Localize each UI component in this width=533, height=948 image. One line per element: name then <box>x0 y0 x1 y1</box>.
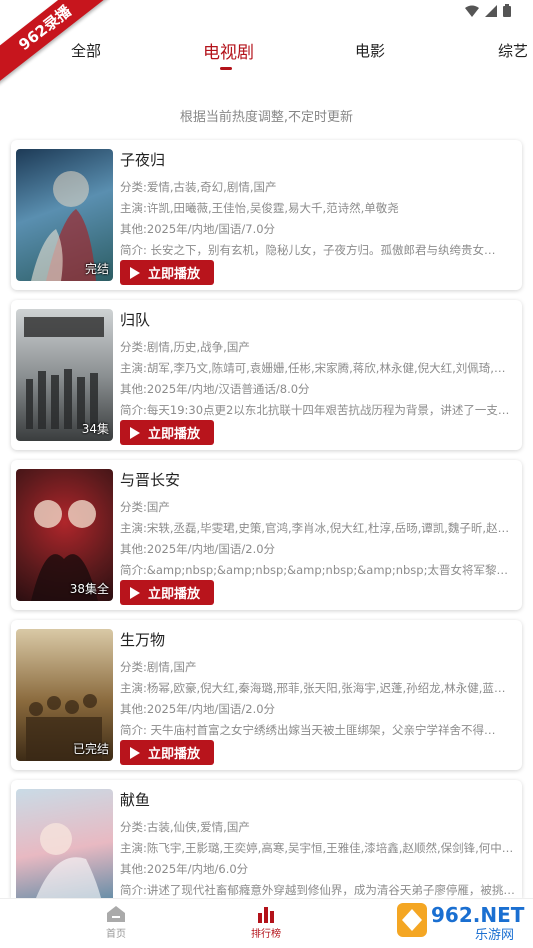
drama-card[interactable]: 已完结 生万物 分类:剧情,国产 主演:杨幂,欧豪,倪大红,秦海璐,邢菲,张天阳… <box>11 620 522 770</box>
episode-badge: 34集 <box>81 422 109 436</box>
drama-cast: 主演:宋轶,丞磊,毕雯珺,史策,官鸿,李肖冰,倪大红,杜淳,岳旸,谭凯,魏子昕,… <box>120 521 516 535</box>
drama-info: 与晋长安 分类:国产 主演:宋轶,丞磊,毕雯珺,史策,官鸿,李肖冰,倪大红,杜淳… <box>120 468 516 581</box>
drama-other: 其他:2025年/内地/国语/2.0分 <box>120 542 276 556</box>
drama-intro: 简介:每天19:30点更2以东北抗联十四年艰苦抗战历程为背景，讲述了一支抗… <box>120 403 516 417</box>
status-icons <box>465 4 511 17</box>
battery-icon <box>503 4 511 17</box>
episode-badge: 完结 <box>84 262 109 276</box>
drama-other: 其他:2025年/内地/国语/7.0分 <box>120 222 276 236</box>
play-icon <box>130 266 140 279</box>
home-icon <box>107 906 125 922</box>
drama-card[interactable]: 38集全 与晋长安 分类:国产 主演:宋轶,丞磊,毕雯珺,史策,官鸿,李肖冰,倪… <box>11 460 522 610</box>
site-watermark-logo: 962.NET 乐游网 <box>395 895 531 945</box>
svg-text:乐游网: 乐游网 <box>475 928 514 943</box>
drama-title[interactable]: 生万物 <box>120 628 516 652</box>
play-now-button[interactable]: 立即播放 <box>120 740 214 765</box>
play-now-label: 立即播放 <box>148 587 201 602</box>
drama-category: 分类:剧情,国产 <box>120 660 197 674</box>
episode-badge: 38集全 <box>69 582 109 596</box>
bar-chart-icon <box>258 907 274 923</box>
play-icon <box>130 426 140 439</box>
poster-image[interactable]: 38集全 <box>16 469 113 601</box>
play-now-button[interactable]: 立即播放 <box>120 580 214 605</box>
nav-ranking[interactable]: 排行榜 <box>236 905 296 940</box>
drama-cast: 主演:杨幂,欧豪,倪大红,秦海璐,邢菲,张天阳,张海宇,迟蓬,孙绍龙,林永健,蓝… <box>120 681 516 695</box>
drama-info: 献鱼 分类:古装,仙侠,爱情,国产 主演:陈飞宇,王影璐,王奕婷,高寒,吴宇恒,… <box>120 788 516 901</box>
drama-cast: 主演:许凯,田曦薇,王佳怡,吴俊霆,易大千,范诗然,单敬尧 <box>120 201 399 215</box>
drama-cast: 主演:陈飞宇,王影璐,王奕婷,高寒,吴宇恒,王雅佳,漆培鑫,赵顺然,保剑锋,何中… <box>120 841 516 855</box>
drama-cast: 主演:胡军,李乃文,陈靖可,袁姗姗,任彬,宋家腾,蒋欣,林永健,倪大红,刘佩琦,… <box>120 361 516 375</box>
drama-info: 子夜归 分类:爱情,古装,奇幻,剧情,国产 主演:许凯,田曦薇,王佳怡,吴俊霆,… <box>120 148 516 261</box>
drama-intro: 简介: 长安之下，别有玄机，隐秘儿女，子夜方归。孤傲郎君与纨绔贵女… <box>120 243 496 257</box>
drama-card[interactable]: 34集 归队 分类:剧情,历史,战争,国产 主演:胡军,李乃文,陈靖可,袁姗姗,… <box>11 300 522 450</box>
poster-image[interactable] <box>16 789 113 898</box>
corner-watermark: 962录播 <box>0 0 110 110</box>
nav-home-label: 首页 <box>106 929 126 940</box>
play-now-label: 立即播放 <box>148 427 201 442</box>
drama-info: 归队 分类:剧情,历史,战争,国产 主演:胡军,李乃文,陈靖可,袁姗姗,任彬,宋… <box>120 308 516 421</box>
drama-card[interactable]: 完结 子夜归 分类:爱情,古装,奇幻,剧情,国产 主演:许凯,田曦薇,王佳怡,吴… <box>11 140 522 290</box>
watermark-logo-art: 962.NET 乐游网 <box>397 903 525 943</box>
play-now-button[interactable]: 立即播放 <box>120 420 214 445</box>
signal-icon <box>485 4 497 17</box>
tab-movies[interactable]: 电影 <box>355 40 385 61</box>
active-tab-indicator <box>220 67 232 70</box>
drama-other: 其他:2025年/内地/国语/2.0分 <box>120 702 276 716</box>
episode-badge: 已完结 <box>72 742 109 756</box>
drama-title[interactable]: 子夜归 <box>120 148 516 172</box>
drama-category: 分类:古装,仙侠,爱情,国产 <box>120 820 250 834</box>
play-icon <box>130 746 140 759</box>
nav-ranking-label: 排行榜 <box>251 929 281 940</box>
drama-category: 分类:剧情,历史,战争,国产 <box>120 340 250 354</box>
play-now-label: 立即播放 <box>148 747 201 762</box>
drama-category: 分类:爱情,古装,奇幻,剧情,国产 <box>120 180 277 194</box>
drama-info: 生万物 分类:剧情,国产 主演:杨幂,欧豪,倪大红,秦海璐,邢菲,张天阳,张海宇… <box>120 628 516 741</box>
tab-variety[interactable]: 综艺 <box>498 40 528 61</box>
drama-other: 其他:2025年/内地/汉语普通话/8.0分 <box>120 382 310 396</box>
drama-category: 分类:国产 <box>120 500 170 514</box>
drama-card[interactable]: 献鱼 分类:古装,仙侠,爱情,国产 主演:陈飞宇,王影璐,王奕婷,高寒,吴宇恒,… <box>11 780 522 898</box>
poster-image[interactable]: 已完结 <box>16 629 113 761</box>
drama-other: 其他:2025年/内地/6.0分 <box>120 862 249 876</box>
svg-text:962.NET: 962.NET <box>431 903 525 927</box>
play-now-label: 立即播放 <box>148 267 201 282</box>
play-now-button[interactable]: 立即播放 <box>120 260 214 285</box>
poster-art <box>36 823 101 898</box>
drama-title[interactable]: 归队 <box>120 308 516 332</box>
wifi-icon <box>465 5 479 17</box>
tab-tv-series[interactable]: 电视剧 <box>203 38 254 63</box>
corner-watermark-text: 962录播 <box>0 0 110 86</box>
poster-image[interactable]: 完结 <box>16 149 113 281</box>
play-icon <box>130 586 140 599</box>
drama-title[interactable]: 与晋长安 <box>120 468 516 492</box>
drama-intro: 简介:&amp;nbsp;&amp;nbsp;&amp;nbsp;&amp;nb… <box>120 563 516 577</box>
drama-intro: 简介: 天牛庙村首富之女宁绣绣出嫁当天被土匪绑架，父亲宁学祥舍不得… <box>120 723 496 737</box>
drama-title[interactable]: 献鱼 <box>120 788 516 812</box>
poster-image[interactable]: 34集 <box>16 309 113 441</box>
nav-home[interactable]: 首页 <box>86 905 146 940</box>
